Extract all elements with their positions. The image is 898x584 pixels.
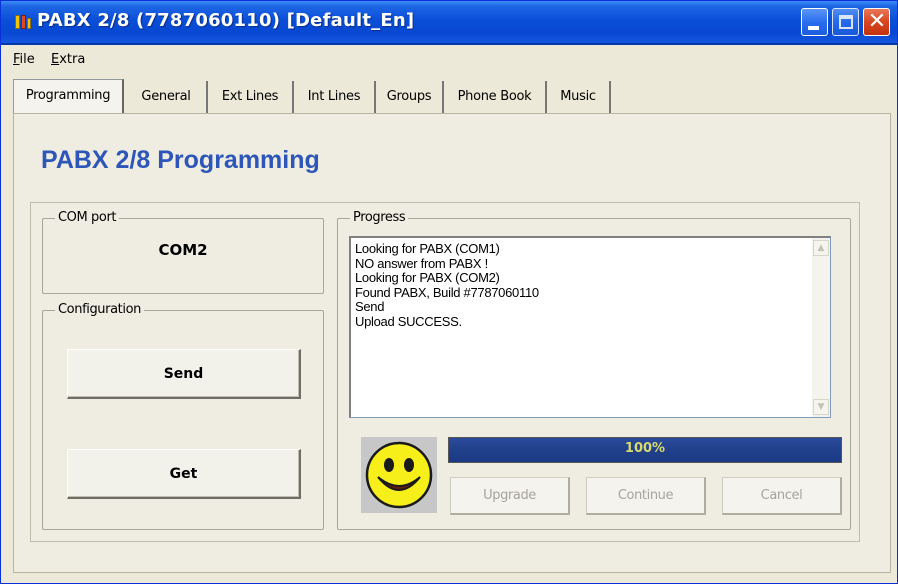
log-line: Found PABX, Build #7787060110	[355, 284, 539, 300]
upgrade-button[interactable]: Upgrade	[450, 477, 570, 515]
com-port-label: COM port	[55, 210, 120, 225]
close-button[interactable]: ✕	[863, 8, 890, 36]
progress-percent: 100%	[624, 441, 666, 456]
tab-programming[interactable]: Programming	[13, 79, 124, 113]
log-line: Send	[355, 299, 385, 314]
log-line: Upload SUCCESS.	[355, 313, 462, 329]
menu-extra[interactable]: Extra	[51, 52, 85, 67]
app-window: PABX 2/8 (7787060110) [Default_En] ✕ Fil…	[0, 0, 898, 584]
programming-panel: PABX 2/8 Programming COM port COM2 Confi…	[13, 113, 891, 573]
upload-progress-bar: 100%	[448, 437, 842, 463]
menu-file[interactable]: File	[13, 52, 35, 67]
minimize-icon	[808, 26, 819, 30]
configuration-label: Configuration	[55, 302, 144, 317]
get-button[interactable]: Get	[67, 449, 301, 499]
maximize-icon	[839, 15, 853, 29]
continue-button[interactable]: Continue	[586, 477, 706, 515]
menu-bar: File Extra	[1, 47, 897, 75]
pabx-app-icon[interactable]	[15, 14, 31, 30]
tab-music[interactable]: Music	[547, 81, 611, 113]
progress-label: Progress	[350, 210, 409, 225]
send-button[interactable]: Send	[67, 349, 301, 399]
minimize-button[interactable]	[801, 8, 828, 36]
progress-group: Progress Looking for PABX (COM1) NO answ…	[337, 210, 851, 530]
scroll-down-icon[interactable]: ▼	[813, 399, 829, 415]
scroll-up-icon[interactable]: ▲	[813, 240, 829, 256]
title-bar[interactable]: PABX 2/8 (7787060110) [Default_En] ✕	[1, 1, 897, 45]
log-line: NO answer from PABX !	[355, 255, 488, 271]
maximize-button[interactable]	[832, 8, 859, 36]
cancel-button[interactable]: Cancel	[722, 477, 842, 515]
log-scrollbar[interactable]: ▲ ▼	[812, 238, 830, 417]
page-title: PABX 2/8 Programming	[41, 146, 320, 174]
log-line: Looking for PABX (COM1)	[355, 241, 500, 256]
tab-general[interactable]: General	[126, 81, 208, 113]
com-port-value: COM2	[158, 241, 208, 259]
close-icon: ✕	[867, 9, 887, 34]
tab-groups[interactable]: Groups	[376, 81, 444, 113]
smiley-face-icon	[365, 441, 433, 509]
progress-log[interactable]: Looking for PABX (COM1) NO answer from P…	[349, 236, 831, 418]
tab-int-lines[interactable]: Int Lines	[294, 81, 376, 113]
tab-phone-book[interactable]: Phone Book	[444, 81, 547, 113]
log-line: Looking for PABX (COM2)	[355, 270, 500, 285]
menu-extra-label: xtra	[59, 52, 86, 67]
status-indicator	[361, 437, 437, 513]
menu-file-label: ile	[19, 52, 35, 67]
window-title: PABX 2/8 (7787060110) [Default_En]	[37, 10, 415, 31]
configuration-group: Configuration Send Get	[42, 302, 324, 530]
log-lines: Looking for PABX (COM1) NO answer from P…	[355, 241, 815, 329]
menu-extra-accel: E	[51, 52, 60, 67]
com-port-group: COM port COM2	[42, 210, 324, 294]
tab-ext-lines[interactable]: Ext Lines	[208, 81, 294, 113]
